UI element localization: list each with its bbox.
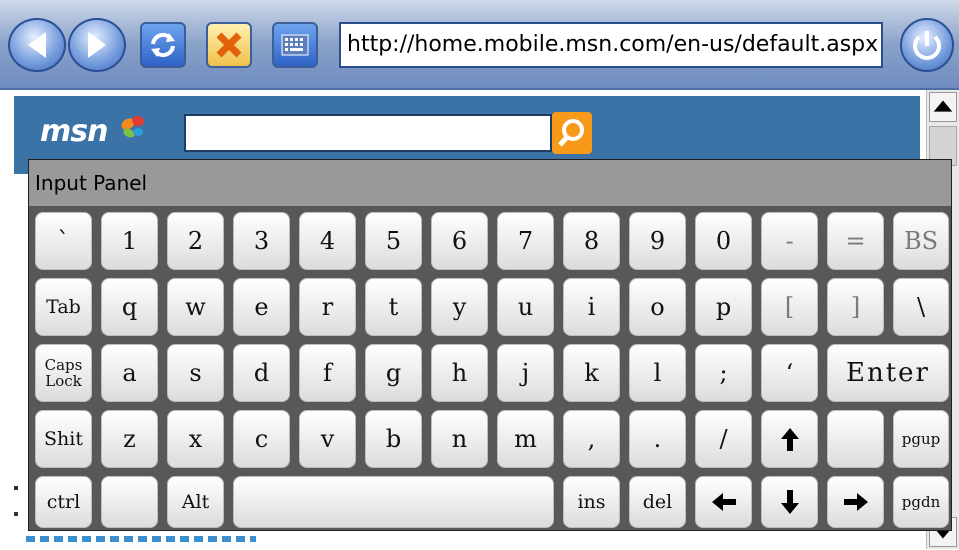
- browser-toolbar: http://home.mobile.msn.com/en-us/default…: [0, 0, 959, 90]
- key-m[interactable]: m: [497, 410, 554, 468]
- down-arrow-icon: [780, 490, 799, 514]
- forward-button[interactable]: [68, 18, 126, 72]
- panel-title: Input Panel: [29, 160, 951, 207]
- key-w[interactable]: w: [167, 278, 224, 336]
- key-equals[interactable]: =: [827, 212, 884, 270]
- search-icon: [558, 119, 584, 147]
- up-arrow-icon: [780, 428, 799, 451]
- key-alt[interactable]: Alt: [167, 476, 224, 528]
- page-link[interactable]: [26, 536, 256, 542]
- key-down-arrow[interactable]: [761, 476, 818, 528]
- power-button[interactable]: [900, 18, 954, 72]
- key-shift[interactable]: Shit: [35, 410, 92, 468]
- power-icon: [913, 31, 941, 60]
- key-z[interactable]: z: [101, 410, 158, 468]
- key-semicolon[interactable]: ;: [695, 344, 752, 402]
- key-e[interactable]: e: [233, 278, 290, 336]
- nav-buttons: [8, 18, 132, 72]
- key-b[interactable]: b: [365, 410, 422, 468]
- search-button[interactable]: [552, 112, 592, 154]
- address-bar[interactable]: http://home.mobile.msn.com/en-us/default…: [339, 22, 883, 68]
- key-blank[interactable]: [101, 476, 158, 528]
- key-4[interactable]: 4: [299, 212, 356, 270]
- key-comma[interactable]: ,: [563, 410, 620, 468]
- key-q[interactable]: q: [101, 278, 158, 336]
- key-right-arrow[interactable]: [827, 476, 884, 528]
- left-arrow-icon: [711, 493, 736, 511]
- key-ins[interactable]: ins: [563, 476, 620, 528]
- key-d[interactable]: d: [233, 344, 290, 402]
- key-h[interactable]: h: [431, 344, 488, 402]
- refresh-button[interactable]: [140, 22, 186, 68]
- key-minus[interactable]: -: [761, 212, 818, 270]
- butterfly-icon: [121, 115, 144, 138]
- key-j[interactable]: j: [497, 344, 554, 402]
- key-backslash[interactable]: \: [893, 278, 949, 336]
- key-3[interactable]: 3: [233, 212, 290, 270]
- stop-icon: [216, 32, 242, 58]
- right-arrow-icon: [843, 493, 868, 511]
- key-tab[interactable]: Tab: [35, 278, 92, 336]
- key-v[interactable]: v: [299, 410, 356, 468]
- key-n[interactable]: n: [431, 410, 488, 468]
- refresh-icon: [151, 32, 175, 58]
- key-slash[interactable]: /: [695, 410, 752, 468]
- key-5[interactable]: 5: [365, 212, 422, 270]
- back-button[interactable]: [8, 18, 66, 72]
- key-caps-lock[interactable]: Caps Lock: [35, 344, 92, 402]
- scroll-up-button[interactable]: [929, 92, 957, 122]
- back-icon: [28, 32, 46, 58]
- key-i[interactable]: i: [563, 278, 620, 336]
- key-8[interactable]: 8: [563, 212, 620, 270]
- key-l[interactable]: l: [629, 344, 686, 402]
- key-x[interactable]: x: [167, 410, 224, 468]
- key-o[interactable]: o: [629, 278, 686, 336]
- key-2[interactable]: 2: [167, 212, 224, 270]
- key-up-arrow[interactable]: [761, 410, 818, 468]
- search-input[interactable]: [184, 114, 552, 152]
- triangle-up-icon: [933, 100, 953, 112]
- keyboard-toggle-button[interactable]: [272, 22, 318, 68]
- forward-icon: [88, 32, 106, 58]
- key-c[interactable]: c: [233, 410, 290, 468]
- key-7[interactable]: 7: [497, 212, 554, 270]
- key-r[interactable]: r: [299, 278, 356, 336]
- key-f[interactable]: f: [299, 344, 356, 402]
- key-left-arrow[interactable]: [695, 476, 752, 528]
- key-enter[interactable]: Enter: [827, 344, 949, 402]
- key-s[interactable]: s: [167, 344, 224, 402]
- key-k[interactable]: k: [563, 344, 620, 402]
- key-1[interactable]: 1: [101, 212, 158, 270]
- key-backspace[interactable]: BS: [893, 212, 949, 270]
- key-left-bracket[interactable]: [: [761, 278, 818, 336]
- key-a[interactable]: a: [101, 344, 158, 402]
- key-9[interactable]: 9: [629, 212, 686, 270]
- key-pgdn[interactable]: pgdn: [893, 476, 949, 528]
- key-p[interactable]: p: [695, 278, 752, 336]
- key-backtick[interactable]: `: [35, 212, 92, 270]
- key-ctrl[interactable]: ctrl: [35, 476, 92, 528]
- list-bullet: [14, 512, 18, 516]
- key-u[interactable]: u: [497, 278, 554, 336]
- key-y[interactable]: y: [431, 278, 488, 336]
- msn-logo[interactable]: msn: [40, 114, 108, 149]
- key-right-bracket[interactable]: ]: [827, 278, 884, 336]
- key-0[interactable]: 0: [695, 212, 752, 270]
- key-blank[interactable]: [827, 410, 884, 468]
- key-del[interactable]: del: [629, 476, 686, 528]
- key-6[interactable]: 6: [431, 212, 488, 270]
- key-period[interactable]: .: [629, 410, 686, 468]
- key-quote[interactable]: ‘: [761, 344, 818, 402]
- stop-button[interactable]: [206, 22, 252, 68]
- keyboard-icon: [281, 34, 309, 56]
- key-pgup[interactable]: pgup: [893, 410, 949, 468]
- key-t[interactable]: t: [365, 278, 422, 336]
- key-g[interactable]: g: [365, 344, 422, 402]
- key-space[interactable]: space: [233, 476, 554, 528]
- input-panel: Input Panel ` 1 2 3 4 5 6 7 8 9 0 - = BS…: [28, 159, 952, 531]
- list-bullet: [14, 486, 18, 490]
